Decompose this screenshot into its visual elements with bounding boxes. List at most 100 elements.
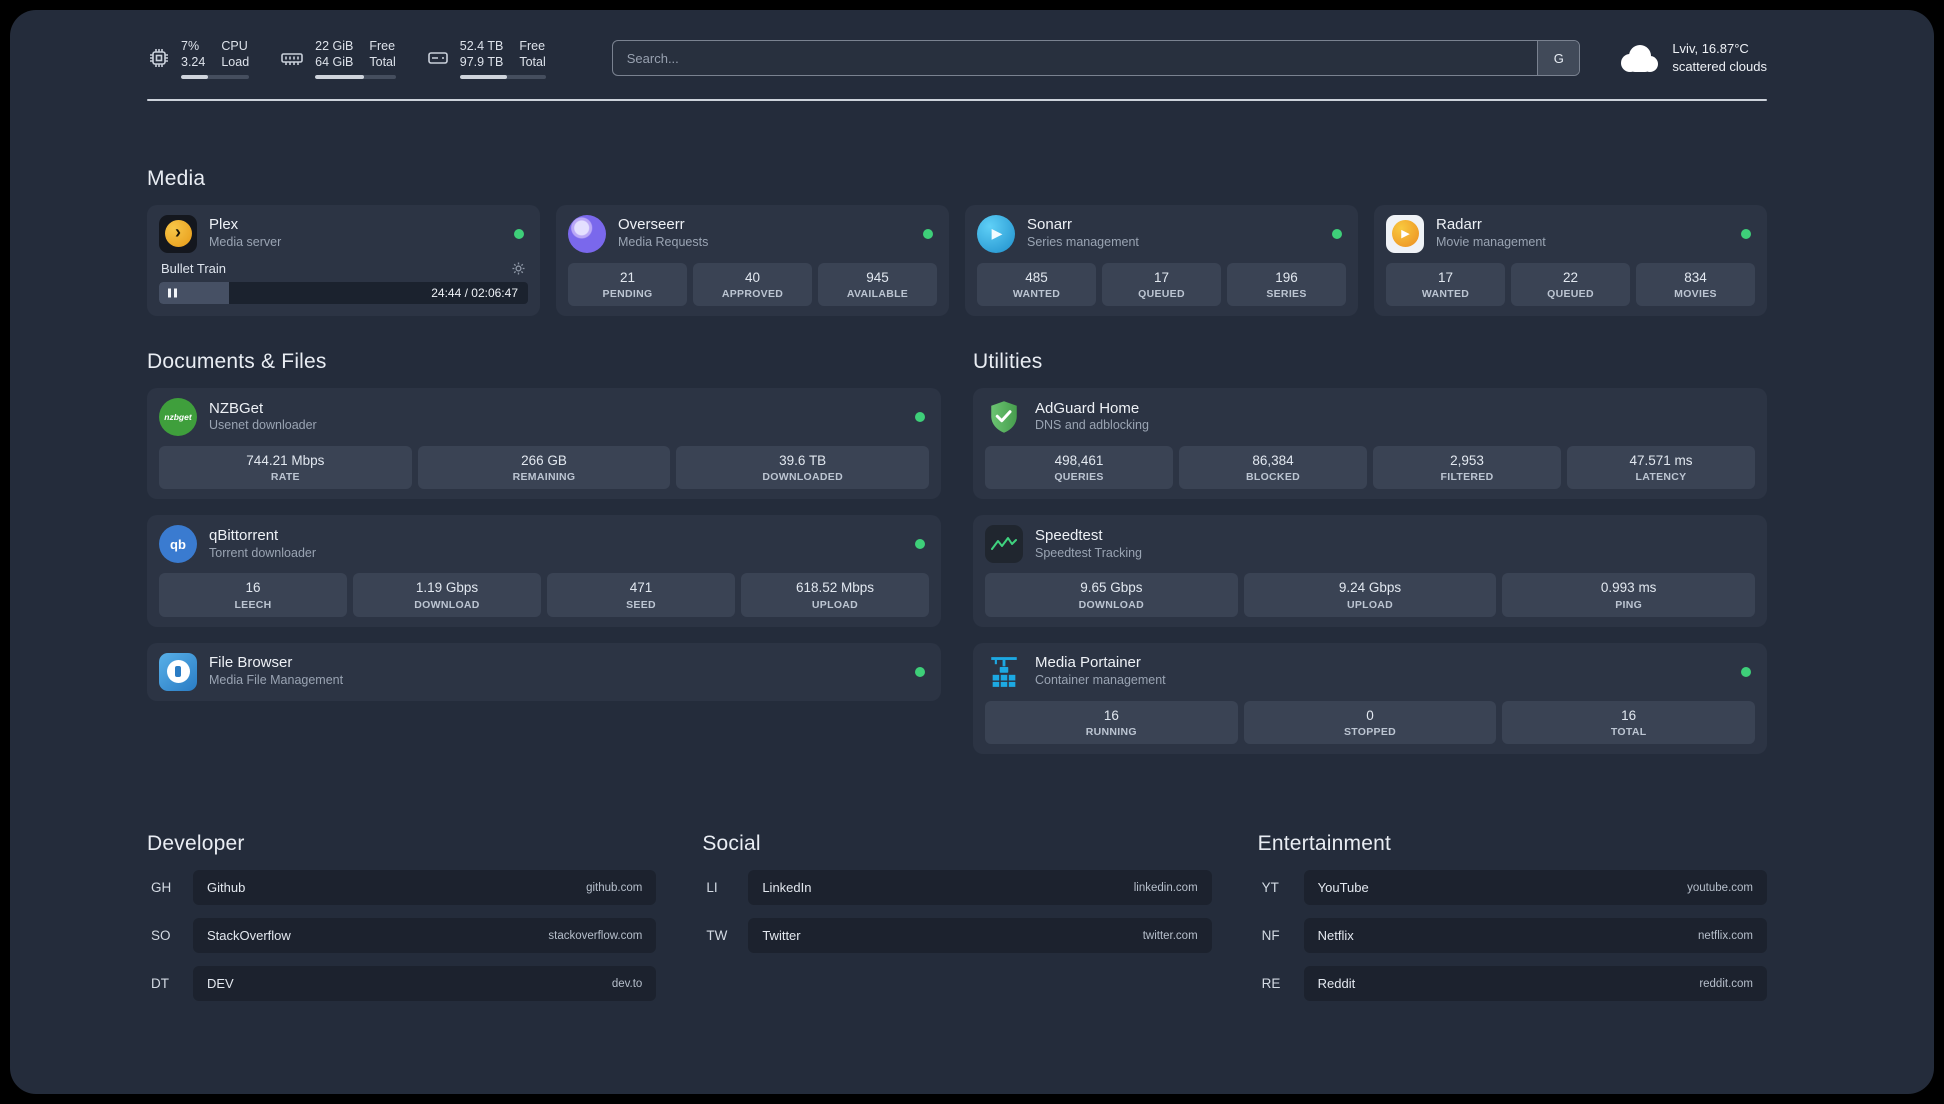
adguard-card[interactable]: AdGuard Home DNS and adblocking 498,461 Q…	[973, 387, 1767, 500]
bookmark-reddit[interactable]: RE Reddit reddit.com	[1258, 966, 1767, 1002]
stat-available: 945 AVAILABLE	[818, 262, 937, 306]
stat-upload: 9.24 Gbps UPLOAD	[1243, 573, 1497, 617]
playback-time: 24:44 / 02:06:47	[431, 285, 518, 300]
sonarr-card[interactable]: ▶ Sonarr Series management 485 WANTED 17 Q…	[965, 204, 1358, 316]
service-subtitle: DNS and adblocking	[1035, 418, 1149, 433]
service-name: AdGuard Home	[1035, 399, 1140, 417]
stat-download: 9.65 Gbps DOWNLOAD	[985, 573, 1238, 617]
cpu-icon	[147, 46, 171, 70]
plex-card[interactable]: › Plex Media server Bullet Train 24:44 /…	[147, 204, 540, 316]
sonarr-icon: ▶	[977, 214, 1015, 253]
status-dot	[915, 411, 925, 422]
cpu-usage-bar	[181, 74, 250, 79]
disk-free-label: Free	[519, 39, 546, 53]
stat-upload: 618.52 Mbps UPLOAD	[741, 573, 929, 617]
window-frame: 7% 3.24 CPU Load 22 GiB 64 GiB Free Tota…	[0, 0, 1944, 1104]
weather-widget: Lviv, 16.87°C scattered clouds	[1616, 40, 1767, 76]
nzbget-card[interactable]: nzbget NZBGet Usenet downloader 744.21 M…	[147, 387, 941, 500]
portainer-icon	[985, 653, 1023, 691]
pause-icon[interactable]	[168, 288, 177, 297]
radarr-card[interactable]: ▶ Radarr Movie management 17 WANTED 22 QUE…	[1374, 204, 1767, 316]
weather-condition: scattered clouds	[1672, 59, 1767, 75]
memory-usage-bar	[315, 74, 396, 79]
dashboard: 7% 3.24 CPU Load 22 GiB 64 GiB Free Tota…	[10, 10, 1934, 1094]
stat-approved: 40 APPROVED	[693, 262, 812, 306]
stat-remaining: 266 GB REMAINING	[417, 445, 671, 490]
weather-location: Lviv, 16.87°C	[1672, 41, 1749, 57]
bookmark-stackoverflow[interactable]: SO StackOverflow stackoverflow.com	[147, 918, 657, 954]
bookmark-netflix[interactable]: NF Netflix netflix.com	[1258, 918, 1767, 954]
status-dot	[915, 666, 925, 677]
qbittorrent-card[interactable]: qb qBittorrent Torrent downloader 16 LEEC…	[147, 515, 941, 627]
service-subtitle: Series management	[1027, 235, 1139, 250]
documents-section: Documents & Files nzbget NZBGet Usenet d…	[147, 350, 941, 754]
stat-ping: 0.993 ms PING	[1502, 573, 1756, 617]
service-subtitle: Media File Management	[209, 673, 344, 688]
adguard-icon	[985, 398, 1023, 436]
service-name: qBittorrent	[209, 527, 279, 545]
status-dot	[1741, 228, 1751, 239]
radarr-icon: ▶	[1386, 214, 1424, 253]
search-provider-button[interactable]: G	[1537, 41, 1580, 76]
stat-queued: 22 QUEUED	[1511, 262, 1630, 306]
plex-icon: ›	[159, 214, 197, 253]
media-section-title: Media	[147, 166, 206, 190]
gear-icon[interactable]	[511, 261, 526, 276]
speedtest-card[interactable]: Speedtest Speedtest Tracking 9.65 Gbps DO…	[973, 515, 1767, 627]
filebrowser-icon	[159, 652, 197, 691]
service-subtitle: Usenet downloader	[209, 418, 317, 433]
service-subtitle: Container management	[1035, 673, 1166, 688]
memory-widget: 22 GiB 64 GiB Free Total	[279, 38, 396, 79]
service-subtitle: Speedtest Tracking	[1035, 545, 1143, 560]
memory-free-label: Free	[369, 39, 396, 53]
disk-free-value: 52.4 TB	[459, 39, 504, 53]
service-name: Sonarr	[1027, 216, 1073, 234]
entertainment-section-title: Entertainment	[1257, 832, 1391, 856]
speedtest-icon	[985, 525, 1023, 564]
bookmark-abbr: LI	[706, 880, 718, 896]
status-dot	[915, 539, 925, 550]
memory-total-label: Total	[369, 55, 396, 70]
bookmark-linkedin[interactable]: LI LinkedIn linkedin.com	[702, 870, 1212, 906]
service-name: Plex	[209, 216, 239, 234]
cloud-icon	[1616, 43, 1660, 73]
search-input[interactable]	[611, 40, 1581, 77]
service-subtitle: Movie management	[1436, 235, 1546, 250]
stat-leech: 16 LEECH	[159, 573, 347, 617]
cpu-percent: 7%	[181, 39, 200, 53]
stat-movies: 834 MOVIES	[1636, 262, 1755, 306]
portainer-card[interactable]: Media Portainer Container management 16 R…	[973, 642, 1767, 755]
bookmark-github[interactable]: GH Github github.com	[147, 870, 657, 906]
stat-total: 16 TOTAL	[1502, 700, 1756, 745]
bookmark-youtube[interactable]: YT YouTube youtube.com	[1258, 870, 1767, 906]
cpu-load-label: Load	[221, 55, 250, 70]
now-playing-title: Bullet Train	[161, 260, 227, 276]
service-name: Radarr	[1436, 216, 1482, 234]
cpu-load-value: 3.24	[181, 55, 206, 70]
filebrowser-card[interactable]: File Browser Media File Management	[147, 642, 941, 701]
stat-series: 196 SERIES	[1227, 262, 1346, 306]
memory-free-value: 22 GiB	[315, 39, 354, 53]
developer-section-title: Developer	[147, 832, 245, 856]
social-section-title: Social	[702, 832, 761, 856]
bookmark-dev[interactable]: DT DEV dev.to	[147, 966, 657, 1002]
memory-total-value: 64 GiB	[315, 55, 354, 70]
stat-rate: 744.21 Mbps RATE	[159, 445, 412, 490]
bookmark-abbr: GH	[151, 880, 172, 896]
stat-pending: 21 PENDING	[568, 262, 687, 306]
bookmark-abbr: NF	[1261, 928, 1280, 944]
stat-download: 1.19 Gbps DOWNLOAD	[353, 573, 541, 617]
memory-icon	[279, 46, 305, 70]
status-dot	[1332, 228, 1342, 239]
stat-downloaded: 39.6 TB DOWNLOADED	[676, 445, 930, 490]
bookmark-twitter[interactable]: TW Twitter twitter.com	[702, 918, 1212, 954]
nzbget-icon: nzbget	[159, 397, 197, 436]
disk-widget: 52.4 TB 97.9 TB Free Total	[426, 38, 546, 79]
bookmarks-social: Social LI LinkedIn linkedin.com TW Twitte…	[702, 832, 1212, 1001]
utilities-section-title: Utilities	[973, 349, 1043, 373]
stat-queries: 498,461 QUERIES	[985, 445, 1173, 490]
overseerr-card[interactable]: Overseerr Media Requests 21 PENDING 40 APP…	[556, 204, 949, 316]
bookmark-abbr: SO	[151, 928, 171, 944]
service-name: NZBGet	[209, 399, 264, 417]
cpu-widget: 7% 3.24 CPU Load	[147, 38, 250, 79]
